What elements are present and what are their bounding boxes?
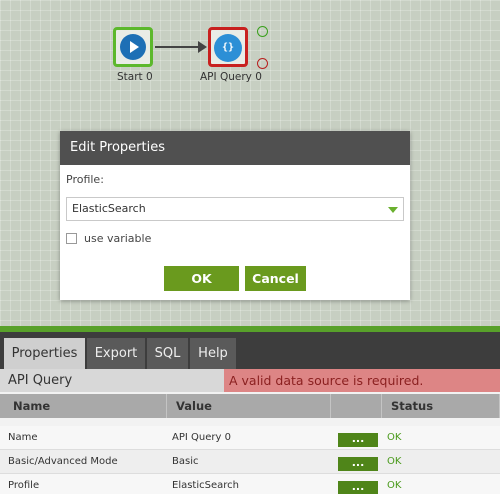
use-variable-checkbox[interactable] (66, 233, 77, 244)
success-output-port[interactable] (257, 26, 268, 37)
error-output-port[interactable] (257, 58, 268, 69)
row-value: ElasticSearch (172, 480, 239, 491)
step-title: API Query (8, 373, 73, 388)
column-header-value: Value (167, 394, 331, 418)
tab-properties[interactable]: Properties (4, 338, 85, 369)
edit-value-button[interactable]: ... (338, 457, 378, 471)
table-row[interactable]: Basic/Advanced Mode Basic ... OK (0, 450, 500, 474)
profile-select-value: ElasticSearch (72, 202, 146, 215)
profile-label: Profile: (66, 173, 104, 186)
profile-select[interactable]: ElasticSearch (66, 197, 404, 221)
ok-button[interactable]: OK (164, 266, 239, 291)
row-status: OK (387, 480, 402, 491)
tab-help[interactable]: Help (190, 338, 236, 369)
row-status: OK (387, 456, 402, 467)
row-status: OK (387, 432, 402, 443)
row-name: Basic/Advanced Mode (8, 456, 118, 467)
cancel-button[interactable]: Cancel (245, 266, 306, 291)
chevron-down-icon[interactable] (388, 207, 398, 213)
dialog-title: Edit Properties (60, 131, 410, 165)
api-query-step-box[interactable]: {} (208, 27, 248, 67)
column-header-edit (331, 394, 382, 418)
table-row[interactable]: Name API Query 0 ... OK (0, 426, 500, 450)
table-header: Name Value Status (0, 394, 500, 418)
table-row[interactable]: Profile ElasticSearch ... OK (0, 474, 500, 494)
flow-connector-arrow (155, 41, 207, 53)
row-value: Basic (172, 456, 199, 467)
use-variable-option[interactable]: use variable (66, 232, 151, 245)
edit-value-button[interactable]: ... (338, 481, 378, 494)
cloud-api-icon: {} (214, 34, 242, 62)
row-name: Profile (8, 480, 40, 491)
row-value: API Query 0 (172, 432, 231, 443)
step-title-row: API Query A valid data source is require… (0, 369, 500, 392)
start-step-box[interactable] (113, 27, 153, 67)
edit-properties-dialog: Edit Properties Profile: ElasticSearch u… (60, 131, 410, 300)
play-icon (120, 34, 146, 60)
error-banner: A valid data source is required. (224, 369, 500, 392)
use-variable-label: use variable (84, 232, 152, 245)
tab-export[interactable]: Export (87, 338, 145, 369)
api-query-step-label: API Query 0 (200, 71, 262, 83)
properties-panel: Properties Export SQL Help API Query A v… (0, 326, 500, 494)
edit-value-button[interactable]: ... (338, 433, 378, 447)
start-step-label: Start 0 (117, 71, 153, 83)
row-name: Name (8, 432, 38, 443)
column-header-status: Status (382, 394, 500, 418)
column-header-name: Name (4, 394, 167, 418)
panel-tab-bar: Properties Export SQL Help (0, 332, 500, 369)
tab-sql[interactable]: SQL (147, 338, 188, 369)
